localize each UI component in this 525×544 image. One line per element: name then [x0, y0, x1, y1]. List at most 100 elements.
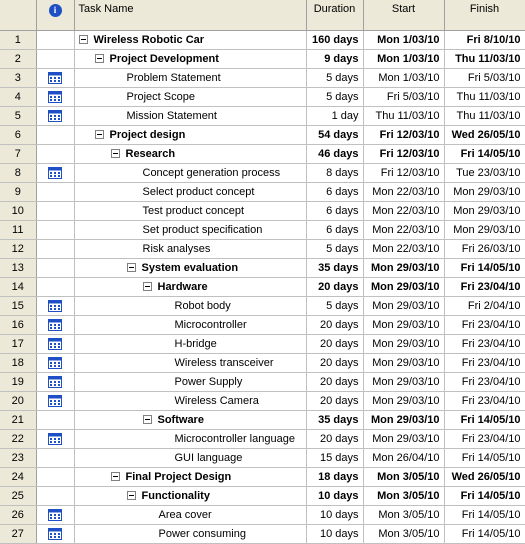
- task-name-cell[interactable]: Hardware: [74, 277, 307, 297]
- task-name-cell[interactable]: Mission Statement: [74, 106, 307, 126]
- calendar-icon[interactable]: [48, 167, 62, 180]
- row-id-cell[interactable]: 5: [0, 106, 37, 126]
- column-header-task-name[interactable]: Task Name: [74, 0, 307, 31]
- task-name-cell[interactable]: Project Development: [74, 49, 307, 69]
- duration-cell[interactable]: 9 days: [306, 49, 364, 69]
- duration-cell[interactable]: 20 days: [306, 353, 364, 373]
- collapse-icon[interactable]: [110, 471, 120, 481]
- finish-cell[interactable]: Fri 14/05/10: [444, 524, 525, 544]
- task-name-cell[interactable]: GUI language: [74, 448, 307, 468]
- start-cell[interactable]: Mon 29/03/10: [363, 391, 445, 411]
- start-cell[interactable]: Fri 12/03/10: [363, 125, 445, 145]
- task-row[interactable]: 16 Microcontroller 20 days Mon 29/03/10 Fri …: [0, 315, 525, 335]
- task-name-cell[interactable]: Wireless transceiver: [74, 353, 307, 373]
- finish-cell[interactable]: Fri 23/04/10: [444, 277, 525, 297]
- start-cell[interactable]: Mon 3/05/10: [363, 524, 445, 544]
- finish-cell[interactable]: Fri 23/04/10: [444, 334, 525, 354]
- collapse-icon[interactable]: [126, 262, 136, 272]
- task-row[interactable]: 3 Problem Statement 5 days Mon 1/03/10 Fri 5…: [0, 68, 525, 88]
- task-name-cell[interactable]: Wireless Robotic Car: [74, 30, 307, 50]
- task-name-cell[interactable]: Power Supply: [74, 372, 307, 392]
- start-cell[interactable]: Mon 29/03/10: [363, 315, 445, 335]
- finish-cell[interactable]: Fri 14/05/10: [444, 505, 525, 525]
- row-id-cell[interactable]: 24: [0, 467, 37, 487]
- collapse-icon[interactable]: [94, 129, 104, 139]
- task-name-cell[interactable]: System evaluation: [74, 258, 307, 278]
- start-cell[interactable]: Mon 22/03/10: [363, 239, 445, 259]
- finish-cell[interactable]: Fri 5/03/10: [444, 68, 525, 88]
- task-row[interactable]: 15 Robot body 5 days Mon 29/03/10 Fri 2/04/1…: [0, 296, 525, 316]
- row-id-cell[interactable]: 9: [0, 182, 37, 202]
- task-row[interactable]: 17 H-bridge 20 days Mon 29/03/10 Fri 23/04/1…: [0, 334, 525, 354]
- task-row[interactable]: 13 System evaluation 35 days Mon 29/03/10 Fr…: [0, 258, 525, 278]
- task-name-cell[interactable]: Concept generation process: [74, 163, 307, 183]
- duration-cell[interactable]: 6 days: [306, 201, 364, 221]
- task-name-cell[interactable]: Microcontroller: [74, 315, 307, 335]
- task-row[interactable]: 26 Area cover 10 days Mon 3/05/10 Fri 14/05/…: [0, 505, 525, 525]
- start-cell[interactable]: Mon 29/03/10: [363, 429, 445, 449]
- column-header-finish[interactable]: Finish: [444, 0, 525, 31]
- start-cell[interactable]: Mon 1/03/10: [363, 68, 445, 88]
- finish-cell[interactable]: Wed 26/05/10: [444, 125, 525, 145]
- task-row[interactable]: 7 Research 46 days Fri 12/03/10 Fri 14/05/10: [0, 144, 525, 164]
- duration-cell[interactable]: 160 days: [306, 30, 364, 50]
- duration-cell[interactable]: 20 days: [306, 334, 364, 354]
- finish-cell[interactable]: Fri 14/05/10: [444, 144, 525, 164]
- duration-cell[interactable]: 6 days: [306, 182, 364, 202]
- finish-cell[interactable]: Fri 8/10/10: [444, 30, 525, 50]
- row-id-cell[interactable]: 14: [0, 277, 37, 297]
- duration-cell[interactable]: 20 days: [306, 277, 364, 297]
- row-id-cell[interactable]: 4: [0, 87, 37, 107]
- row-id-cell[interactable]: 3: [0, 68, 37, 88]
- task-name-cell[interactable]: Microcontroller language: [74, 429, 307, 449]
- row-id-cell[interactable]: 27: [0, 524, 37, 544]
- task-name-cell[interactable]: Functionality: [74, 486, 307, 506]
- task-name-cell[interactable]: Final Project Design: [74, 467, 307, 487]
- row-id-cell[interactable]: 25: [0, 486, 37, 506]
- finish-cell[interactable]: Fri 14/05/10: [444, 448, 525, 468]
- duration-cell[interactable]: 5 days: [306, 68, 364, 88]
- task-row[interactable]: 25 Functionality 10 days Mon 3/05/10 Fri 14/…: [0, 486, 525, 506]
- finish-cell[interactable]: Mon 29/03/10: [444, 220, 525, 240]
- finish-cell[interactable]: Fri 23/04/10: [444, 372, 525, 392]
- row-id-cell[interactable]: 26: [0, 505, 37, 525]
- row-id-cell[interactable]: 22: [0, 429, 37, 449]
- task-row[interactable]: 1 Wireless Robotic Car 160 days Mon 1/03/10…: [0, 30, 525, 50]
- task-name-cell[interactable]: Robot body: [74, 296, 307, 316]
- row-id-cell[interactable]: 19: [0, 372, 37, 392]
- finish-cell[interactable]: Wed 26/05/10: [444, 467, 525, 487]
- duration-cell[interactable]: 15 days: [306, 448, 364, 468]
- collapse-icon[interactable]: [142, 281, 152, 291]
- task-row[interactable]: 24 Final Project Design 18 days Mon 3/05/10…: [0, 467, 525, 487]
- task-row[interactable]: 9 Select product concept 6 days Mon 22/03/1…: [0, 182, 525, 202]
- column-header-id[interactable]: [0, 0, 37, 31]
- task-row[interactable]: 8 Concept generation process 8 days Fri 12/…: [0, 163, 525, 183]
- duration-cell[interactable]: 10 days: [306, 486, 364, 506]
- row-id-cell[interactable]: 7: [0, 144, 37, 164]
- row-id-cell[interactable]: 1: [0, 30, 37, 50]
- task-row[interactable]: 4 Project Scope 5 days Fri 5/03/10 Thu 11/03…: [0, 87, 525, 107]
- start-cell[interactable]: Mon 29/03/10: [363, 353, 445, 373]
- finish-cell[interactable]: Mon 29/03/10: [444, 182, 525, 202]
- duration-cell[interactable]: 20 days: [306, 315, 364, 335]
- calendar-icon[interactable]: [48, 300, 62, 313]
- duration-cell[interactable]: 35 days: [306, 410, 364, 430]
- row-id-cell[interactable]: 20: [0, 391, 37, 411]
- task-name-cell[interactable]: Select product concept: [74, 182, 307, 202]
- start-cell[interactable]: Mon 29/03/10: [363, 258, 445, 278]
- row-id-cell[interactable]: 8: [0, 163, 37, 183]
- start-cell[interactable]: Mon 22/03/10: [363, 220, 445, 240]
- duration-cell[interactable]: 20 days: [306, 391, 364, 411]
- finish-cell[interactable]: Fri 14/05/10: [444, 258, 525, 278]
- task-row[interactable]: 11 Set product specification 6 days Mon 22/…: [0, 220, 525, 240]
- duration-cell[interactable]: 18 days: [306, 467, 364, 487]
- column-header-indicators[interactable]: i: [36, 0, 75, 31]
- task-row[interactable]: 6 Project design 54 days Fri 12/03/10 Wed 26…: [0, 125, 525, 145]
- start-cell[interactable]: Mon 22/03/10: [363, 182, 445, 202]
- duration-cell[interactable]: 10 days: [306, 505, 364, 525]
- start-cell[interactable]: Mon 3/05/10: [363, 505, 445, 525]
- start-cell[interactable]: Mon 29/03/10: [363, 296, 445, 316]
- collapse-icon[interactable]: [78, 34, 88, 44]
- calendar-icon[interactable]: [48, 376, 62, 389]
- duration-cell[interactable]: 5 days: [306, 239, 364, 259]
